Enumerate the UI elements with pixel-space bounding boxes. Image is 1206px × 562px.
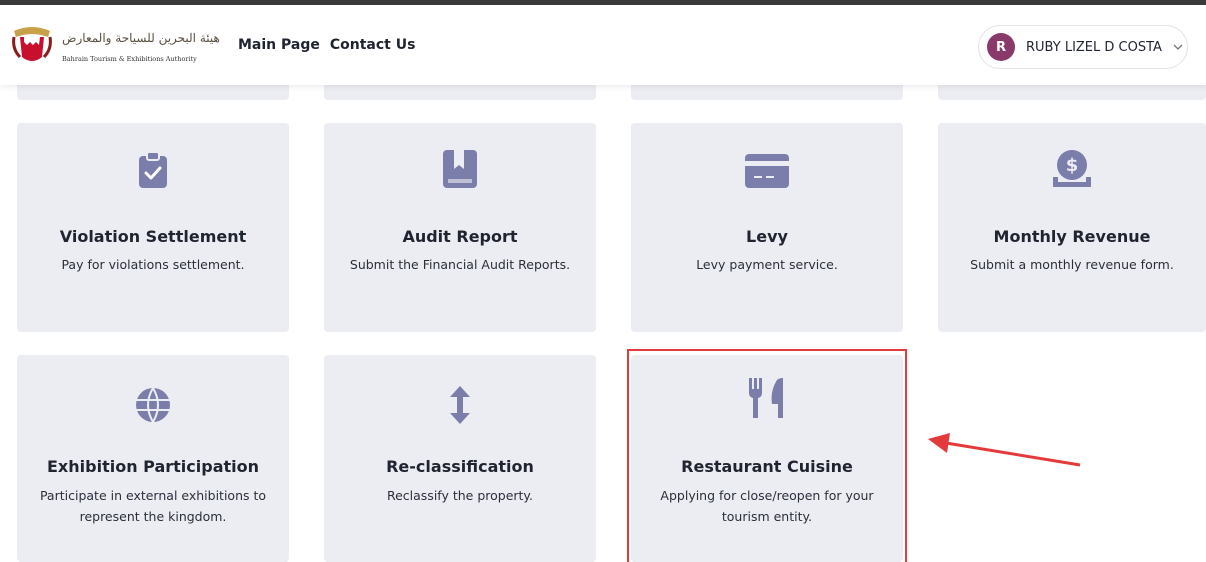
- service-card-levy[interactable]: Levy Levy payment service.: [631, 123, 903, 332]
- svg-text:$: $: [1066, 155, 1079, 176]
- card-description: Levy payment service.: [696, 257, 838, 272]
- service-card-monthly-revenue[interactable]: $ Monthly Revenue Submit a monthly reven…: [938, 123, 1206, 332]
- card-title: Violation Settlement: [59, 227, 247, 246]
- chevron-down-icon: [1173, 44, 1183, 50]
- service-card-re-classification[interactable]: Re-classification Reclassify the propert…: [324, 355, 596, 562]
- avatar: R: [987, 33, 1015, 61]
- highlight-box: [627, 349, 907, 562]
- nav-contact-us[interactable]: Contact Us: [330, 37, 416, 53]
- coin-in-hand-icon: $: [1053, 150, 1091, 187]
- book-bookmark-icon: [443, 150, 477, 188]
- card-title: Levy: [746, 227, 788, 246]
- service-card-violation-settlement[interactable]: Violation Settlement Pay for violations …: [17, 123, 289, 332]
- card-description: Submit a monthly revenue form.: [970, 257, 1174, 272]
- card-description: Participate in external exhibitions to r…: [39, 488, 267, 524]
- nav-main-page[interactable]: Main Page: [238, 37, 320, 53]
- card-title: Exhibition Participation: [47, 457, 259, 476]
- user-menu[interactable]: R RUBY LIZEL D COSTA: [978, 25, 1188, 69]
- bahrain-emblem-icon: [12, 27, 52, 61]
- globe-icon: [136, 387, 170, 423]
- header: هيئة البحرين للسياحة والمعارض Bahrain To…: [0, 5, 1206, 85]
- card-title: Re-classification: [386, 457, 534, 476]
- card-title: Audit Report: [402, 227, 518, 246]
- annotation-arrow-icon: [928, 433, 1081, 467]
- card-description: Reclassify the property.: [386, 488, 534, 503]
- user-name: RUBY LIZEL D COSTA: [1026, 39, 1162, 55]
- credit-card-icon: [745, 154, 789, 188]
- logo-english-text: Bahrain Tourism & Exhibitions Authority: [62, 55, 197, 63]
- card-description: Pay for violations settlement.: [61, 257, 245, 272]
- logo[interactable]: هيئة البحرين للسياحة والمعارض Bahrain To…: [10, 23, 220, 71]
- vertical-arrows-icon: [450, 386, 470, 424]
- main-nav: Main Page Contact Us: [238, 37, 415, 53]
- card-description: Submit the Financial Audit Reports.: [349, 257, 571, 272]
- service-card-audit-report[interactable]: Audit Report Submit the Financial Audit …: [324, 123, 596, 332]
- clipboard-check-icon: [139, 151, 167, 188]
- logo-arabic-text: هيئة البحرين للسياحة والمعارض: [62, 31, 220, 45]
- service-card-exhibition-participation[interactable]: Exhibition Participation Participate in …: [17, 355, 289, 562]
- card-title: Monthly Revenue: [993, 227, 1151, 246]
